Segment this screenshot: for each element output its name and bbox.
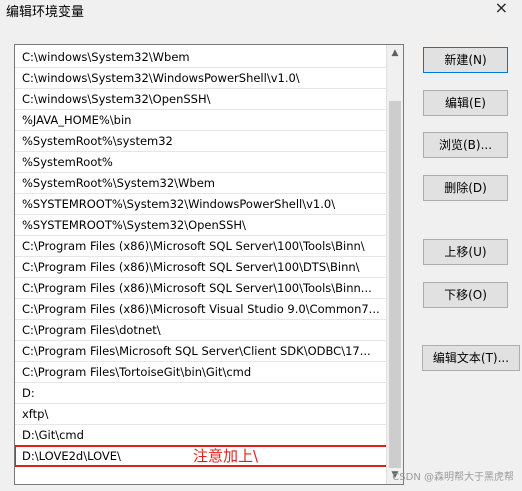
path-list-item[interactable]: C:\windows\System32\Wbem [15,47,388,68]
path-list-item[interactable]: C:\Program Files (x86)\Microsoft SQL Ser… [15,257,388,278]
path-list-item[interactable]: %SYSTEMROOT%\System32\OpenSSH\ [15,215,388,236]
browse-button[interactable]: 浏览(B)... [423,132,508,158]
scroll-thumb[interactable] [389,101,401,468]
watermark: CSDN @森明帮大于黑虎帮 [392,472,514,483]
move-down-button[interactable]: 下移(O) [423,282,508,308]
edit-button[interactable]: 编辑(E) [423,90,508,116]
new-button[interactable]: 新建(N) [423,47,508,73]
path-list-item[interactable]: xftp\ [15,404,388,425]
path-list-item[interactable]: C:\Program Files (x86)\Microsoft SQL Ser… [15,278,388,299]
edit-text-button[interactable]: 编辑文本(T)... [422,345,520,371]
vertical-scrollbar[interactable]: ▲ ▼ [386,45,403,484]
path-list: C:\windows\System32\Wbem C:\windows\Syste… [15,47,389,467]
path-list-item[interactable]: C:\Program Files\TortoiseGit\bin\Git\cmd [15,362,388,383]
scroll-up-icon[interactable]: ▲ [387,45,403,62]
annotation-note: 注意加上\ [193,447,259,465]
path-list-item[interactable]: C:\windows\System32\OpenSSH\ [15,89,388,110]
path-list-item[interactable]: %SystemRoot% [15,152,388,173]
path-list-item[interactable]: C:\Program Files\dotnet\ [15,320,388,341]
delete-button[interactable]: 删除(D) [423,175,508,201]
close-icon[interactable]: × [495,0,508,17]
path-list-item[interactable]: C:\Program Files (x86)\Microsoft Visual … [15,299,388,320]
move-up-button[interactable]: 上移(U) [423,239,508,265]
path-list-item[interactable]: C:\Program Files (x86)\Microsoft SQL Ser… [15,236,388,257]
path-list-item[interactable]: D: [15,383,388,404]
path-list-item[interactable]: %JAVA_HOME%\bin [15,110,388,131]
window-title: 编辑环境变量 [6,5,85,20]
path-list-item[interactable]: %SYSTEMROOT%\System32\WindowsPowerShell\… [15,194,388,215]
path-list-item[interactable]: %SystemRoot%\system32 [15,131,388,152]
path-listbox[interactable]: C:\windows\System32\Wbem C:\windows\Syste… [14,44,404,485]
path-list-item[interactable]: C:\windows\System32\WindowsPowerShell\v1… [15,68,388,89]
path-list-item[interactable]: %SystemRoot%\System32\Wbem [15,173,388,194]
path-list-item[interactable]: D:\Git\cmd [15,425,388,446]
path-list-item[interactable]: C:\Program Files\Microsoft SQL Server\Cl… [15,341,388,362]
